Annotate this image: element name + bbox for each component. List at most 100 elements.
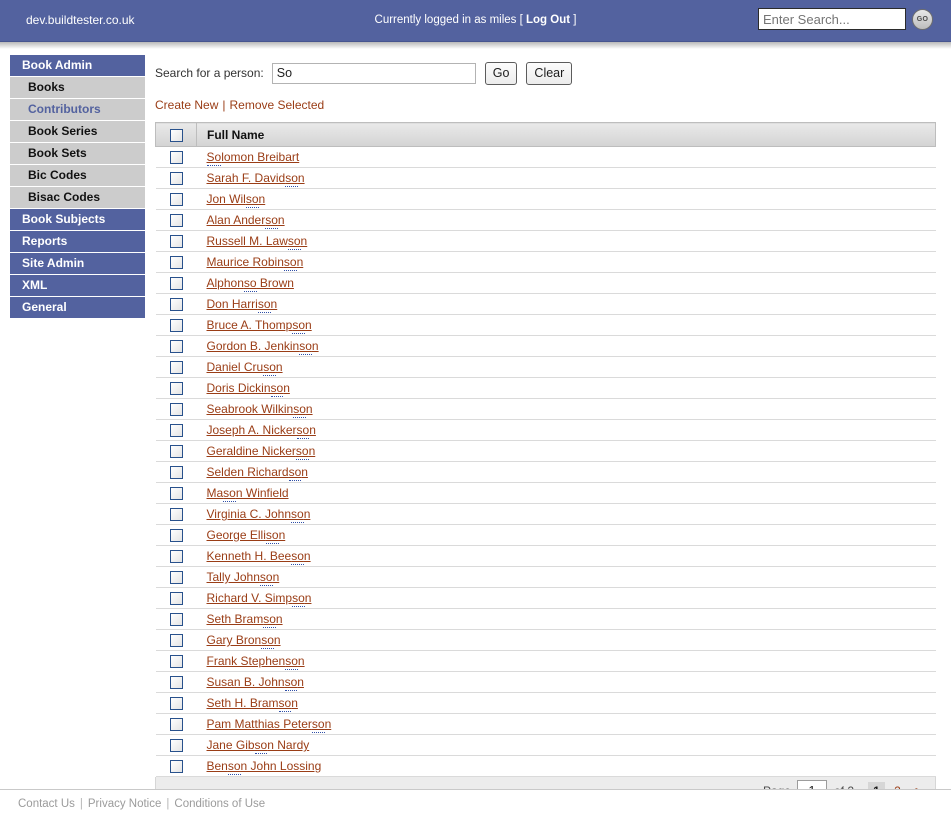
row-checkbox[interactable]	[169, 760, 183, 774]
row-checkbox[interactable]	[169, 277, 183, 291]
row-checkbox[interactable]	[169, 403, 183, 417]
person-search-input[interactable]	[271, 62, 476, 84]
row-checkbox[interactable]	[169, 718, 183, 732]
row-checkbox[interactable]	[169, 592, 183, 606]
contributor-link[interactable]: Joseph A. Nickerson	[207, 423, 316, 439]
full-name-cell: Benson John Lossing	[196, 755, 936, 777]
row-checkbox[interactable]	[169, 550, 183, 564]
row-select-cell	[155, 314, 197, 336]
row-checkbox[interactable]	[169, 235, 183, 249]
contributor-link[interactable]: Selden Richardson	[207, 465, 308, 481]
sidebar-item-contributors[interactable]: Contributors	[10, 99, 145, 120]
sidebar-item-books[interactable]: Books	[10, 77, 145, 98]
sidebar-item-general[interactable]: General	[10, 297, 145, 318]
table-row: Pam Matthias Peterson	[155, 713, 936, 735]
sidebar-item-book-sets[interactable]: Book Sets	[10, 143, 145, 164]
row-select-cell	[155, 377, 197, 399]
contributor-link[interactable]: Sarah F. Davidson	[207, 171, 305, 187]
contributor-link[interactable]: Seth Bramson	[207, 612, 283, 628]
contributor-link[interactable]: Gary Bronson	[207, 633, 281, 649]
row-select-cell	[155, 482, 197, 504]
row-select-cell	[155, 188, 197, 210]
global-search-input[interactable]	[758, 8, 906, 30]
header-shadow-divider	[0, 42, 951, 49]
create-new-link[interactable]: Create New	[155, 98, 218, 112]
row-checkbox[interactable]	[169, 529, 183, 543]
row-checkbox[interactable]	[169, 508, 183, 522]
row-checkbox[interactable]	[169, 676, 183, 690]
contributor-link[interactable]: Bruce A. Thompson	[207, 318, 312, 334]
contributor-link[interactable]: Seth H. Bramson	[207, 696, 298, 712]
row-checkbox[interactable]	[169, 382, 183, 396]
contributor-link[interactable]: Jane Gibson Nardy	[207, 738, 309, 754]
row-checkbox[interactable]	[169, 298, 183, 312]
sidebar-item-bisac-codes[interactable]: Bisac Codes	[10, 187, 145, 208]
contributor-link[interactable]: Alan Anderson	[207, 213, 285, 229]
footer-link-privacy-notice[interactable]: Privacy Notice	[88, 798, 162, 810]
sidebar-item-site-admin[interactable]: Site Admin	[10, 253, 145, 274]
contributor-link[interactable]: Daniel Cruson	[207, 360, 283, 376]
row-checkbox[interactable]	[169, 739, 183, 753]
clear-button[interactable]: Clear	[526, 61, 573, 85]
sidebar-item-book-admin[interactable]: Book Admin	[10, 55, 145, 76]
row-checkbox[interactable]	[169, 256, 183, 270]
row-checkbox[interactable]	[169, 655, 183, 669]
contributor-link[interactable]: Mason Winfield	[207, 486, 289, 502]
footer-link-contact-us[interactable]: Contact Us	[18, 798, 75, 810]
footer-link-conditions-of-use[interactable]: Conditions of Use	[174, 798, 265, 810]
row-checkbox[interactable]	[169, 571, 183, 585]
contributor-link[interactable]: Maurice Robinson	[207, 255, 303, 271]
row-checkbox[interactable]	[169, 151, 183, 165]
contributor-link[interactable]: Geraldine Nickerson	[207, 444, 315, 460]
sidebar-item-bic-codes[interactable]: Bic Codes	[10, 165, 145, 186]
select-all-checkbox[interactable]	[169, 128, 183, 142]
row-checkbox[interactable]	[169, 466, 183, 480]
row-checkbox[interactable]	[169, 634, 183, 648]
contributor-link[interactable]: Alphonso Brown	[207, 276, 294, 292]
contributor-link[interactable]: Don Harrison	[207, 297, 277, 313]
contributor-link[interactable]: Doris Dickinson	[207, 381, 290, 397]
contributor-link[interactable]: George Ellison	[207, 528, 285, 544]
contributor-link[interactable]: Seabrook Wilkinson	[207, 402, 313, 418]
search-match-highlight: so	[261, 633, 274, 649]
row-checkbox[interactable]	[169, 214, 183, 228]
contributor-link[interactable]: Jon Wilson	[207, 192, 265, 208]
contributor-link[interactable]: Solomon Breibart	[206, 150, 299, 166]
table-row: Geraldine Nickerson	[155, 440, 936, 462]
row-checkbox[interactable]	[169, 445, 183, 459]
full-name-cell: Alan Anderson	[196, 209, 936, 231]
row-select-cell	[155, 398, 197, 420]
row-checkbox[interactable]	[169, 319, 183, 333]
search-match-highlight: so	[293, 402, 306, 418]
contributor-link[interactable]: Gordon B. Jenkinson	[207, 339, 319, 355]
sidebar-item-book-series[interactable]: Book Series	[10, 121, 145, 142]
row-checkbox[interactable]	[169, 487, 183, 501]
row-checkbox[interactable]	[169, 424, 183, 438]
row-checkbox[interactable]	[169, 613, 183, 627]
go-button[interactable]: Go	[484, 61, 518, 85]
contributor-link[interactable]: Frank Stephenson	[207, 654, 305, 670]
row-checkbox[interactable]	[169, 697, 183, 711]
contributor-link[interactable]: Virginia C. Johnson	[207, 507, 310, 523]
row-checkbox[interactable]	[169, 361, 183, 375]
row-checkbox[interactable]	[169, 172, 183, 186]
remove-selected-link[interactable]: Remove Selected	[229, 98, 324, 112]
sidebar-item-reports[interactable]: Reports	[10, 231, 145, 252]
contributor-link[interactable]: Pam Matthias Peterson	[207, 717, 331, 733]
sidebar-item-xml[interactable]: XML	[10, 275, 145, 296]
contributor-link[interactable]: Susan B. Johnson	[207, 675, 304, 691]
sidebar-item-book-subjects[interactable]: Book Subjects	[10, 209, 145, 230]
contributor-link[interactable]: Richard V. Simpson	[207, 591, 311, 607]
row-checkbox[interactable]	[169, 340, 183, 354]
contributor-link[interactable]: Benson John Lossing	[207, 759, 321, 775]
footer-separator: |	[79, 798, 83, 810]
row-select-cell	[155, 209, 197, 231]
log-out-link[interactable]: Log Out	[526, 14, 570, 26]
full-name-cell: Maurice Robinson	[196, 251, 936, 273]
contributor-link[interactable]: Kenneth H. Beeson	[207, 549, 311, 565]
search-match-highlight: so	[263, 360, 276, 376]
go-button-icon[interactable]: GO	[912, 8, 933, 30]
contributor-link[interactable]: Tally Johnson	[207, 570, 279, 586]
contributor-link[interactable]: Russell M. Lawson	[207, 234, 307, 250]
row-checkbox[interactable]	[169, 193, 183, 207]
